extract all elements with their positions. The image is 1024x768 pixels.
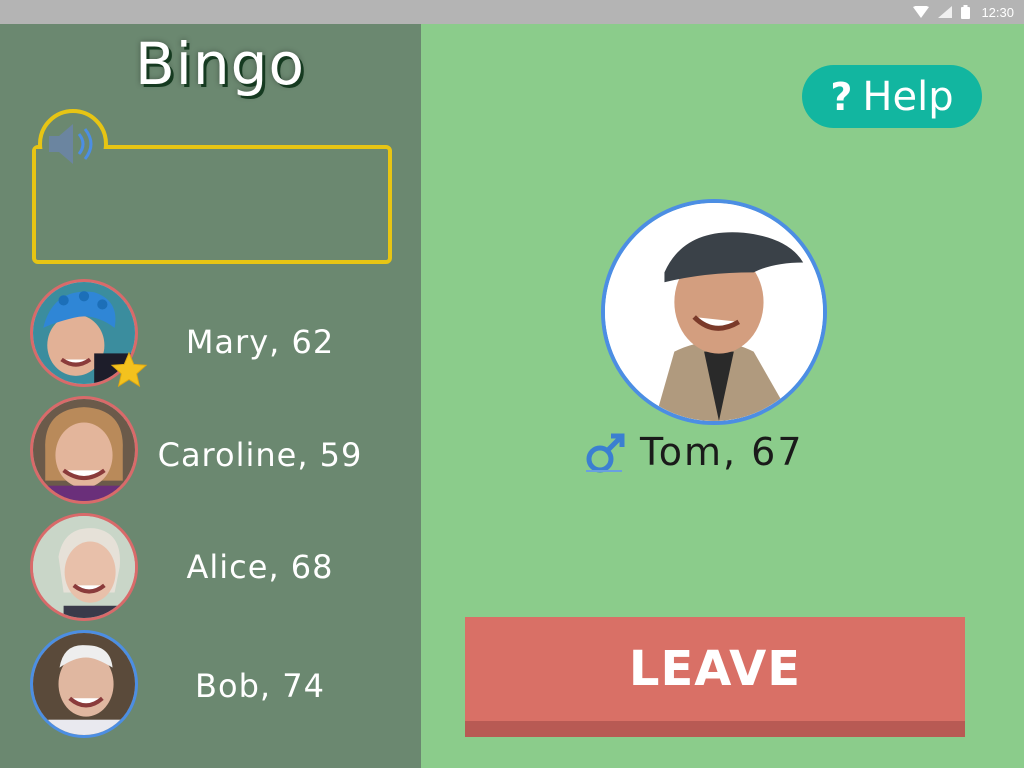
male-symbol-icon [586,433,625,473]
player-row-mary[interactable]: Mary, 62 [0,279,421,391]
player-row-bob[interactable]: Bob, 74 [0,630,421,742]
signal-icon [938,6,953,18]
leave-label: LEAVE [628,641,802,697]
player-avatar [30,513,138,621]
help-label: Help [862,73,954,120]
current-user-avatar [601,199,827,425]
battery-icon [961,5,971,19]
player-name: Bob, 74 [195,667,325,705]
player-avatar [30,396,138,504]
wifi-icon [913,6,930,18]
current-user-name: Tom, 67 [640,430,804,474]
player-name: Alice, 68 [186,548,334,586]
player-name: Mary, 62 [185,323,335,361]
star-icon [110,351,148,388]
help-icon: ? [830,74,853,119]
status-clock: 12:30 [981,4,1014,20]
status-bar: 12:30 [0,0,1024,24]
leave-button[interactable]: LEAVE [465,617,965,737]
player-name: Caroline, 59 [157,436,363,474]
status-icons: 12:30 [913,3,1014,21]
speaker-icon[interactable] [45,121,105,167]
player-row-caroline[interactable]: Caroline, 59 [0,396,421,508]
help-button[interactable]: ? Help [802,65,982,128]
player-avatar [30,630,138,738]
app-title: Bingo [135,30,305,98]
player-row-alice[interactable]: Alice, 68 [0,513,421,625]
